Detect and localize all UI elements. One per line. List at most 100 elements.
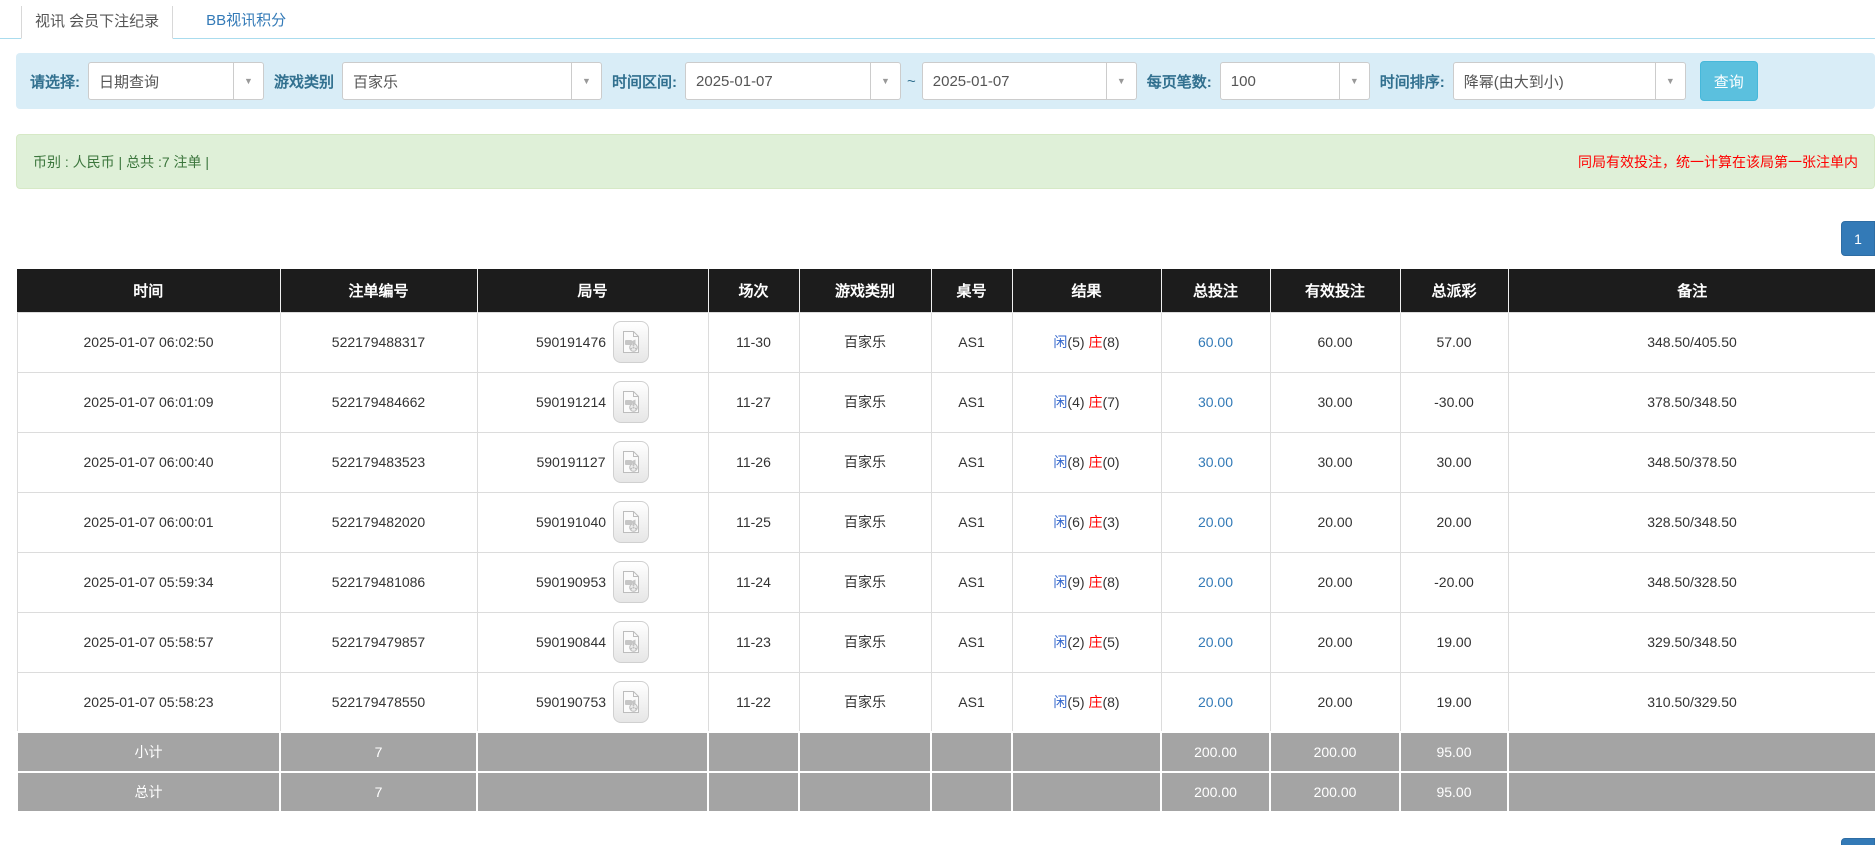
select-type-label: 请选择: — [30, 71, 80, 92]
video-record-button[interactable] — [613, 441, 649, 483]
cell-result: 闲(9) 庄(8) — [1012, 552, 1161, 612]
cell-result: 闲(6) 庄(3) — [1012, 492, 1161, 552]
cell-remark: 328.50/348.50 — [1508, 492, 1875, 552]
query-type-value: 日期查询 — [89, 71, 233, 92]
cell-game-type: 百家乐 — [799, 432, 931, 492]
valid-bet-note: 同局有效投注，统一计算在该局第一张注单内 — [1578, 152, 1858, 172]
cell-round: 590190753 — [477, 672, 708, 732]
total-valid-bet: 200.00 — [1270, 772, 1400, 812]
cell-valid-bet: 20.00 — [1270, 552, 1400, 612]
total-bet-link[interactable]: 30.00 — [1198, 394, 1233, 410]
cell-session: 11-26 — [708, 432, 799, 492]
banker-result-label: 庄 — [1088, 514, 1102, 530]
cell-remark: 348.50/328.50 — [1508, 552, 1875, 612]
page-size-value: 100 — [1221, 73, 1339, 90]
cell-time: 2025-01-07 06:00:40 — [17, 432, 280, 492]
cell-remark: 348.50/378.50 — [1508, 432, 1875, 492]
time-sort-value: 降幂(由大到小) — [1454, 71, 1655, 92]
column-header: 总派彩 — [1400, 269, 1508, 312]
player-result-label: 闲 — [1053, 394, 1067, 410]
video-record-icon — [621, 630, 641, 654]
query-button[interactable]: 查询 — [1700, 61, 1758, 101]
pagination-top: 1 — [0, 221, 1875, 256]
cell-valid-bet: 20.00 — [1270, 672, 1400, 732]
video-record-button[interactable] — [613, 321, 649, 363]
total-bet-link[interactable]: 20.00 — [1198, 634, 1233, 650]
total-bet-link[interactable]: 20.00 — [1198, 514, 1233, 530]
round-number: 590191127 — [536, 454, 605, 470]
video-record-button[interactable] — [613, 501, 649, 543]
cell-session: 11-27 — [708, 372, 799, 432]
date-to-value: 2025-01-07 — [923, 73, 1106, 90]
video-record-button[interactable] — [613, 381, 649, 423]
cell-session: 11-22 — [708, 672, 799, 732]
table-header-row: 时间注单编号局号场次游戏类别桌号结果总投注有效投注总派彩备注 — [17, 269, 1875, 312]
total-bet-link[interactable]: 20.00 — [1198, 574, 1233, 590]
player-result-value: (2) — [1067, 634, 1084, 650]
cell-remark: 329.50/348.50 — [1508, 612, 1875, 672]
video-record-button[interactable] — [613, 621, 649, 663]
table-row: 2025-01-07 05:58:57 522179479857 5901908… — [17, 612, 1875, 672]
cell-payout: 57.00 — [1400, 312, 1508, 372]
chevron-down-icon: ▼ — [1339, 63, 1369, 99]
query-type-select[interactable]: 日期查询 ▼ — [88, 62, 264, 100]
banker-result-label: 庄 — [1088, 694, 1102, 710]
date-from-value: 2025-01-07 — [686, 73, 870, 90]
column-header: 有效投注 — [1270, 269, 1400, 312]
player-result-label: 闲 — [1053, 694, 1067, 710]
filter-bar: 请选择: 日期查询 ▼ 游戏类别 百家乐 ▼ 时间区间: 2025-01-07 … — [16, 53, 1875, 109]
cell-valid-bet: 60.00 — [1270, 312, 1400, 372]
tab-bar: 视讯 会员下注纪录 BB视讯积分 — [0, 0, 1875, 39]
cell-time: 2025-01-07 05:58:57 — [17, 612, 280, 672]
subtotal-count: 7 — [280, 732, 477, 772]
column-header: 总投注 — [1161, 269, 1270, 312]
date-to-select[interactable]: 2025-01-07 ▼ — [922, 62, 1137, 100]
date-from-select[interactable]: 2025-01-07 ▼ — [685, 62, 901, 100]
player-result-label: 闲 — [1053, 334, 1067, 350]
video-record-button[interactable] — [613, 561, 649, 603]
cell-bet-id: 522179483523 — [280, 432, 477, 492]
column-header: 注单编号 — [280, 269, 477, 312]
cell-round: 590191040 — [477, 492, 708, 552]
currency-summary-text: 币别 : 人民币 | 总共 :7 注单 | — [33, 152, 209, 172]
bet-records-table: 时间注单编号局号场次游戏类别桌号结果总投注有效投注总派彩备注 2025-01-0… — [16, 269, 1875, 813]
banker-result-value: (8) — [1102, 694, 1119, 710]
cell-remark: 378.50/348.50 — [1508, 372, 1875, 432]
cell-game-type: 百家乐 — [799, 492, 931, 552]
cell-total-bet: 30.00 — [1161, 372, 1270, 432]
cell-round: 590191476 — [477, 312, 708, 372]
page-size-select[interactable]: 100 ▼ — [1220, 62, 1370, 100]
player-result-label: 闲 — [1053, 634, 1067, 650]
video-record-button[interactable] — [613, 681, 649, 723]
column-header: 备注 — [1508, 269, 1875, 312]
cell-payout: -20.00 — [1400, 552, 1508, 612]
page-1-button[interactable]: 1 — [1841, 221, 1875, 256]
cell-bet-id: 522179484662 — [280, 372, 477, 432]
cell-table-no: AS1 — [931, 492, 1012, 552]
cell-payout: 20.00 — [1400, 492, 1508, 552]
cell-time: 2025-01-07 06:02:50 — [17, 312, 280, 372]
tab-video-bet-records[interactable]: 视讯 会员下注纪录 — [21, 6, 173, 39]
time-sort-select[interactable]: 降幂(由大到小) ▼ — [1453, 62, 1686, 100]
player-result-value: (5) — [1067, 694, 1084, 710]
video-record-icon — [621, 450, 641, 474]
banker-result-label: 庄 — [1088, 394, 1102, 410]
cell-total-bet: 60.00 — [1161, 312, 1270, 372]
total-bet-link[interactable]: 20.00 — [1198, 694, 1233, 710]
table-row: 2025-01-07 06:01:09 522179484662 5901912… — [17, 372, 1875, 432]
cell-bet-id: 522179479857 — [280, 612, 477, 672]
player-result-value: (5) — [1067, 334, 1084, 350]
round-number: 590191476 — [536, 334, 606, 350]
cell-round: 590191214 — [477, 372, 708, 432]
banker-result-value: (8) — [1102, 574, 1119, 590]
time-sort-label: 时间排序: — [1380, 71, 1445, 92]
tab-bb-video-points[interactable]: BB视讯积分 — [193, 5, 299, 38]
total-bet-link[interactable]: 30.00 — [1198, 454, 1233, 470]
cell-game-type: 百家乐 — [799, 312, 931, 372]
total-bet-link[interactable]: 60.00 — [1198, 334, 1233, 350]
cell-table-no: AS1 — [931, 552, 1012, 612]
video-record-icon — [621, 570, 641, 594]
page-1-button-bottom[interactable]: 1 — [1841, 838, 1875, 845]
game-type-select[interactable]: 百家乐 ▼ — [342, 62, 602, 100]
total-total-bet: 200.00 — [1161, 772, 1270, 812]
